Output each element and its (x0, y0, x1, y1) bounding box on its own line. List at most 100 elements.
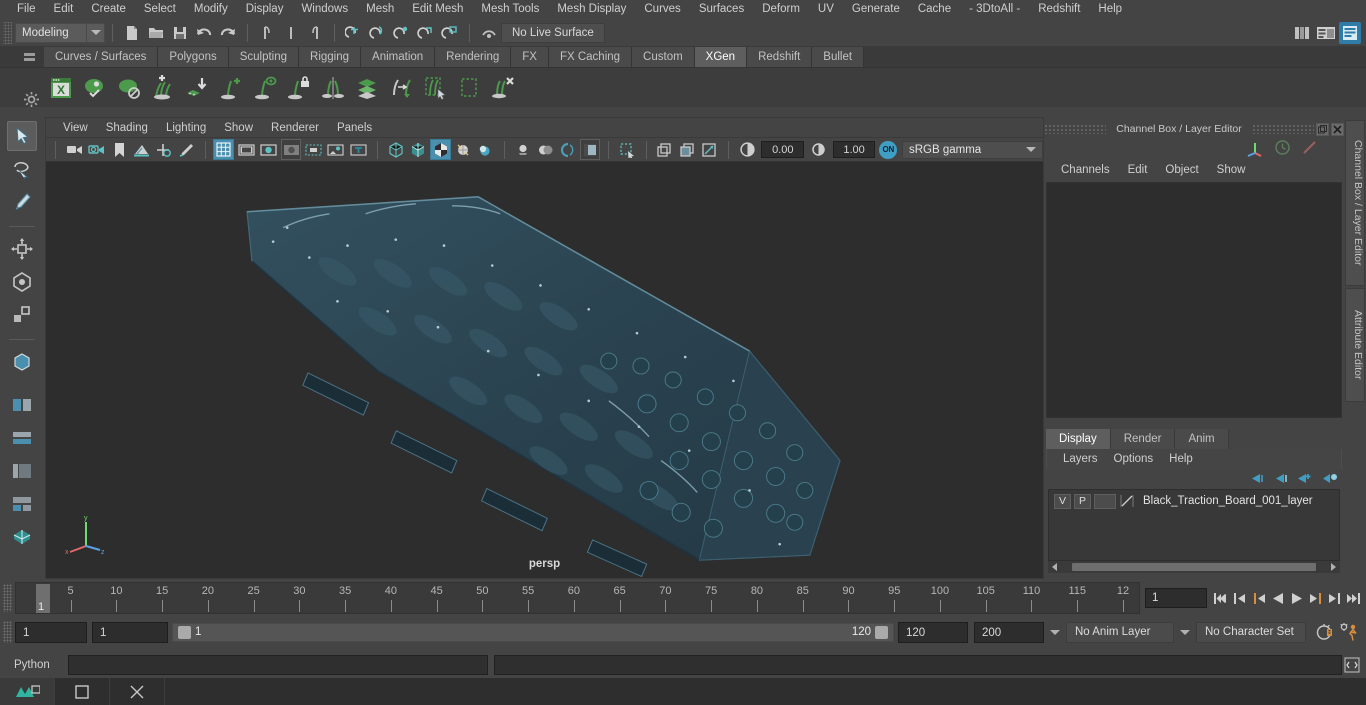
show-hide-attribute-editor-icon[interactable] (1315, 22, 1337, 44)
menu-windows[interactable]: Windows (292, 0, 357, 19)
xray-icon[interactable] (655, 139, 675, 160)
new-layer-icon[interactable] (1297, 472, 1313, 488)
undo-icon[interactable] (193, 22, 215, 44)
grease-pencil-icon[interactable] (176, 139, 196, 160)
use-all-lights-icon[interactable] (513, 139, 533, 160)
menu-edit[interactable]: Edit (45, 0, 83, 19)
step-forward-frame-icon[interactable] (1307, 588, 1324, 608)
viewport-menu-lighting[interactable]: Lighting (157, 118, 215, 138)
go-to-end-icon[interactable] (1345, 588, 1362, 608)
shelf-tab-custom[interactable]: Custom (632, 47, 695, 67)
time-slider-grip[interactable] (3, 584, 12, 612)
scroll-left-icon[interactable] (1050, 562, 1060, 572)
layer-menu-options[interactable]: Options (1106, 449, 1162, 469)
shelf-tab-polygons[interactable]: Polygons (158, 47, 229, 67)
layer-visibility-toggle[interactable]: V (1054, 493, 1071, 509)
snap-point-icon[interactable] (391, 22, 413, 44)
move-tool[interactable] (7, 234, 37, 264)
menu-edit-mesh[interactable]: Edit Mesh (403, 0, 472, 19)
textured-icon[interactable] (475, 139, 495, 160)
animation-preferences-icon[interactable] (1336, 621, 1362, 643)
preview-on-icon[interactable] (78, 71, 112, 105)
convert-guide-icon[interactable] (384, 71, 418, 105)
menu-help[interactable]: Help (1089, 0, 1131, 19)
layer-menu-layers[interactable]: Layers (1055, 449, 1106, 469)
image-plane-icon[interactable] (131, 139, 151, 160)
layer-menu-help[interactable]: Help (1161, 449, 1201, 469)
color-management-selector[interactable]: sRGB gamma (901, 140, 1044, 159)
shelf-tab-animation[interactable]: Animation (361, 47, 436, 67)
select-tool[interactable] (7, 121, 37, 151)
gamma-value-field[interactable]: 1.00 (832, 141, 876, 158)
current-frame-field[interactable]: 1 (1145, 588, 1207, 608)
tab-anim-layers[interactable]: Anim (1175, 429, 1229, 449)
range-start-knob[interactable] (178, 625, 191, 639)
2d-pan-zoom-icon[interactable] (154, 139, 174, 160)
menu-mesh-tools[interactable]: Mesh Tools (472, 0, 548, 19)
menu-surfaces[interactable]: Surfaces (690, 0, 753, 19)
smooth-shade-selected-icon[interactable] (430, 139, 451, 160)
clock-icon[interactable] (1274, 139, 1291, 159)
select-component-icon[interactable] (304, 22, 326, 44)
menu-mesh[interactable]: Mesh (357, 0, 403, 19)
field-chart-icon[interactable] (303, 139, 323, 160)
channel-menu-object[interactable]: Object (1156, 160, 1207, 180)
menu-3dtoall[interactable]: - 3DtoAll - (960, 0, 1029, 19)
exposure-icon[interactable] (737, 139, 757, 160)
add-guide-icon[interactable] (214, 71, 248, 105)
anim-layer-chevron-down-icon[interactable] (1050, 629, 1060, 635)
new-layer-from-selected-icon[interactable] (1322, 472, 1338, 488)
layers-icon[interactable] (350, 71, 384, 105)
auto-key-icon[interactable] (1312, 621, 1336, 643)
select-hierarchy-icon[interactable] (256, 22, 278, 44)
channel-menu-edit[interactable]: Edit (1119, 160, 1157, 180)
layer-state-toggle[interactable] (1094, 493, 1116, 509)
select-camera-icon[interactable] (64, 139, 84, 160)
select-region-icon[interactable] (418, 71, 452, 105)
shelf-tab-redshift[interactable]: Redshift (747, 47, 813, 67)
safe-action-icon[interactable] (326, 139, 346, 160)
command-line-input[interactable] (68, 655, 488, 675)
display-layer-list[interactable]: V P Black_Traction_Board_001_layer (1048, 489, 1340, 561)
channel-box-attribute-list[interactable] (1046, 182, 1342, 418)
add-description-icon[interactable] (146, 71, 180, 105)
menu-file[interactable]: File (8, 0, 45, 19)
shelf-tab-curves-surfaces[interactable]: Curves / Surfaces (44, 47, 159, 67)
menu-uv[interactable]: UV (809, 0, 843, 19)
viewport-canvas[interactable]: y x z persp (46, 162, 1043, 578)
grid-toggle-icon[interactable] (213, 139, 234, 160)
show-hide-channel-box-icon[interactable] (1339, 21, 1361, 44)
resolution-gate-icon[interactable] (258, 139, 278, 160)
shelf-tab-bullet[interactable]: Bullet (812, 47, 865, 67)
layer-name[interactable]: Black_Traction_Board_001_layer (1138, 495, 1313, 507)
step-back-keyframe-icon[interactable] (1231, 588, 1248, 608)
menuset-selector[interactable]: Modeling (15, 22, 105, 43)
shelf-tab-fx-caching[interactable]: FX Caching (548, 47, 633, 67)
layer-color-swatch-icon[interactable] (1119, 493, 1135, 509)
window-icon[interactable] (55, 678, 109, 705)
xgen-editor-icon[interactable]: X (44, 71, 78, 105)
select-object-icon[interactable] (280, 22, 302, 44)
script-editor-icon[interactable] (1342, 655, 1362, 675)
menu-redshift[interactable]: Redshift (1029, 0, 1089, 19)
screen-space-ao-icon[interactable] (557, 139, 577, 160)
motion-blur-icon[interactable] (579, 139, 601, 160)
viewport-menu-show[interactable]: Show (215, 118, 262, 138)
range-bar-end-handle[interactable]: 120 (852, 625, 893, 639)
step-forward-keyframe-icon[interactable] (1326, 588, 1343, 608)
shelf-tabs-menu-icon[interactable] (20, 50, 38, 66)
step-back-frame-icon[interactable] (1250, 588, 1267, 608)
table-row[interactable]: V P Black_Traction_Board_001_layer (1049, 490, 1339, 509)
safe-title-icon[interactable] (348, 139, 368, 160)
gate-mask-icon[interactable] (280, 139, 302, 160)
last-tool[interactable] (7, 347, 37, 377)
wireframe-icon[interactable] (385, 139, 405, 160)
go-to-start-icon[interactable] (1212, 588, 1229, 608)
shelf-tab-fx[interactable]: FX (511, 47, 549, 67)
rotate-tool[interactable] (7, 267, 37, 297)
play-backwards-icon[interactable] (1269, 588, 1286, 608)
viewport-menu-renderer[interactable]: Renderer (262, 118, 328, 138)
camera-attributes-icon[interactable] (86, 139, 106, 160)
mirror-guide-icon[interactable] (316, 71, 350, 105)
range-slider-grip[interactable] (3, 621, 12, 643)
